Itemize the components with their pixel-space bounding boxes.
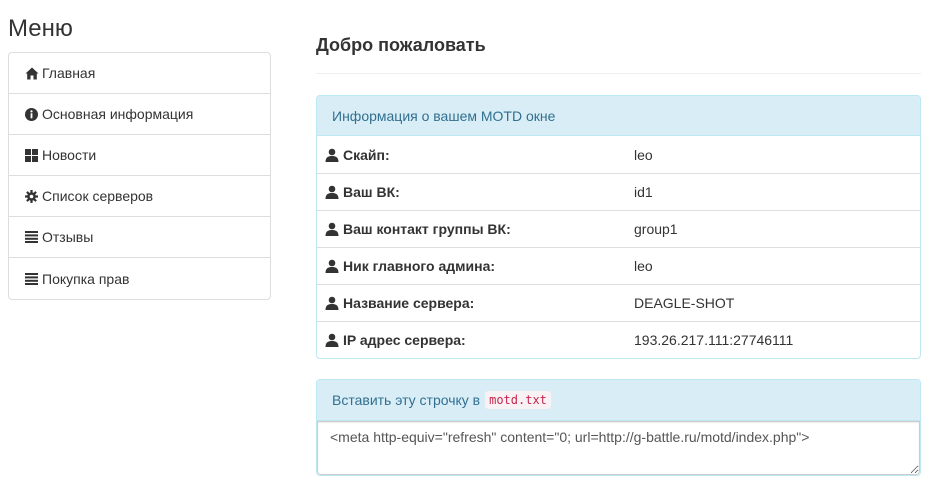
info-table: Скайп: leo Ваш ВК: id1 Ваш контакт групп… [317,136,920,358]
table-row: Скайп: leo [317,136,920,173]
panel-heading: Вставить эту строчку в motd.txt [317,380,920,421]
user-icon [325,333,339,347]
row-value: DEAGLE-SHOT [634,295,735,311]
user-icon [325,185,339,199]
meta-code-textarea[interactable]: <meta http-equiv="refresh" content="0; u… [317,421,920,475]
sidebar-item-servers[interactable]: Список серверов [9,176,270,217]
user-icon [325,259,339,273]
row-label: Ваш ВК: [343,184,400,200]
user-icon [325,148,339,162]
main-content: Добро пожаловать Информация о вашем MOTD… [316,0,921,476]
sidebar-item-label: Список серверов [42,188,154,204]
home-icon [24,66,39,80]
sidebar-item-home[interactable]: Главная [9,53,270,94]
menu-title: Меню [8,15,73,42]
row-label: Ник главного админа: [343,258,496,274]
table-row: Ваш контакт группы ВК: group1 [317,210,920,247]
table-row: Название сервера: DEAGLE-SHOT [317,284,920,321]
row-label: Скайп: [343,146,390,163]
row-value: leo [634,258,653,274]
row-value: id1 [634,184,653,200]
grid-icon [24,148,39,162]
sidebar-item-main-info[interactable]: Основная информация [9,94,270,135]
panel-heading: Информация о вашем MOTD окне [317,96,920,136]
sidebar-item-reviews[interactable]: Отзывы [9,217,270,258]
sidebar-item-buy-rights[interactable]: Покупка прав [9,258,270,299]
list-icon [24,272,39,286]
filename-code: motd.txt [485,391,551,409]
table-row: IP адрес сервера: 193.26.217.111:2774611… [317,321,920,358]
code-body: <meta http-equiv="refresh" content="0; u… [317,421,920,475]
row-value: group1 [634,221,678,237]
motd-code-panel: Вставить эту строчку в motd.txt <meta ht… [316,379,921,476]
sidebar-item-label: Покупка прав [42,270,130,287]
table-row: Ник главного админа: leo [317,247,920,284]
code-panel-heading: Вставить эту строчку в [332,392,481,408]
gear-icon [24,189,39,203]
sidebar-item-label: Главная [42,65,96,81]
sidebar-item-news[interactable]: Новости [9,135,270,176]
row-value: leo [634,146,653,163]
info-icon [24,107,39,121]
user-icon [325,222,339,236]
table-row: Ваш ВК: id1 [317,173,920,210]
sidebar: Меню Главная Основная информация Новости [8,0,271,300]
page: Меню Главная Основная информация Новости [0,0,940,490]
row-value: 193.26.217.111:27746111 [634,332,794,348]
row-label: IP адрес сервера: [343,332,466,348]
sidebar-item-label: Отзывы [42,229,94,245]
page-title: Добро пожаловать [316,0,921,74]
list-icon [24,230,39,244]
sidebar-item-label: Основная информация [42,106,194,122]
motd-info-panel: Информация о вашем MOTD окне Скайп: leo … [316,95,921,359]
menu-list: Главная Основная информация Новости Спис… [8,52,271,300]
row-label: Название сервера: [343,295,475,311]
user-icon [325,296,339,310]
row-label: Ваш контакт группы ВК: [343,221,511,237]
sidebar-item-label: Новости [42,147,97,163]
